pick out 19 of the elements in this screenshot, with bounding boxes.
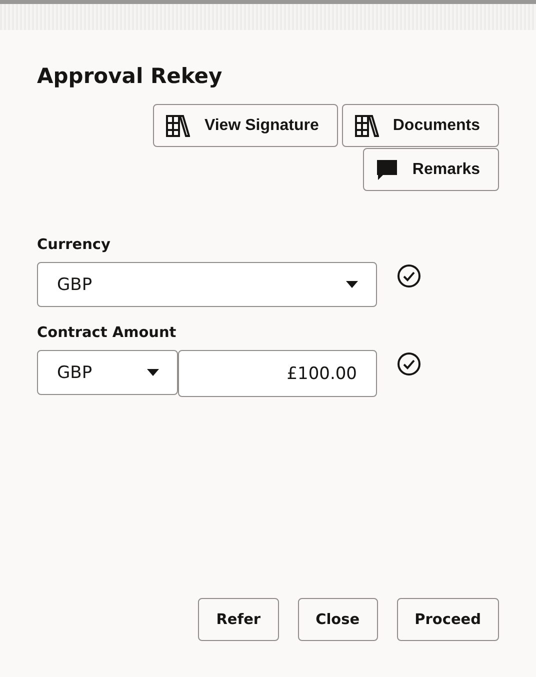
field-label: Currency bbox=[37, 237, 112, 253]
action-button[interactable]: Remarks bbox=[363, 148, 499, 191]
action-button[interactable]: View Signature bbox=[153, 104, 338, 147]
currency-dropdown[interactable]: GBP bbox=[37, 262, 377, 307]
amount-field[interactable]: £100.00 bbox=[178, 350, 377, 397]
comment-icon bbox=[376, 158, 398, 180]
books-icon bbox=[354, 114, 379, 136]
books-icon bbox=[166, 114, 190, 136]
caret-icon bbox=[346, 281, 358, 288]
field-label: Contract Amount bbox=[37, 325, 178, 341]
action-button[interactable]: Documents bbox=[342, 104, 499, 147]
dialog-title: Approval Rekey bbox=[37, 64, 224, 88]
footer-button[interactable]: Proceed bbox=[396, 598, 499, 641]
footer-button[interactable]: Refer bbox=[198, 598, 279, 641]
check-circle-icon bbox=[397, 264, 421, 288]
check-circle-icon bbox=[397, 352, 421, 376]
footer-button[interactable]: Close bbox=[298, 598, 378, 641]
caret-icon bbox=[147, 369, 159, 376]
currency-dropdown[interactable]: GBP bbox=[37, 350, 178, 395]
